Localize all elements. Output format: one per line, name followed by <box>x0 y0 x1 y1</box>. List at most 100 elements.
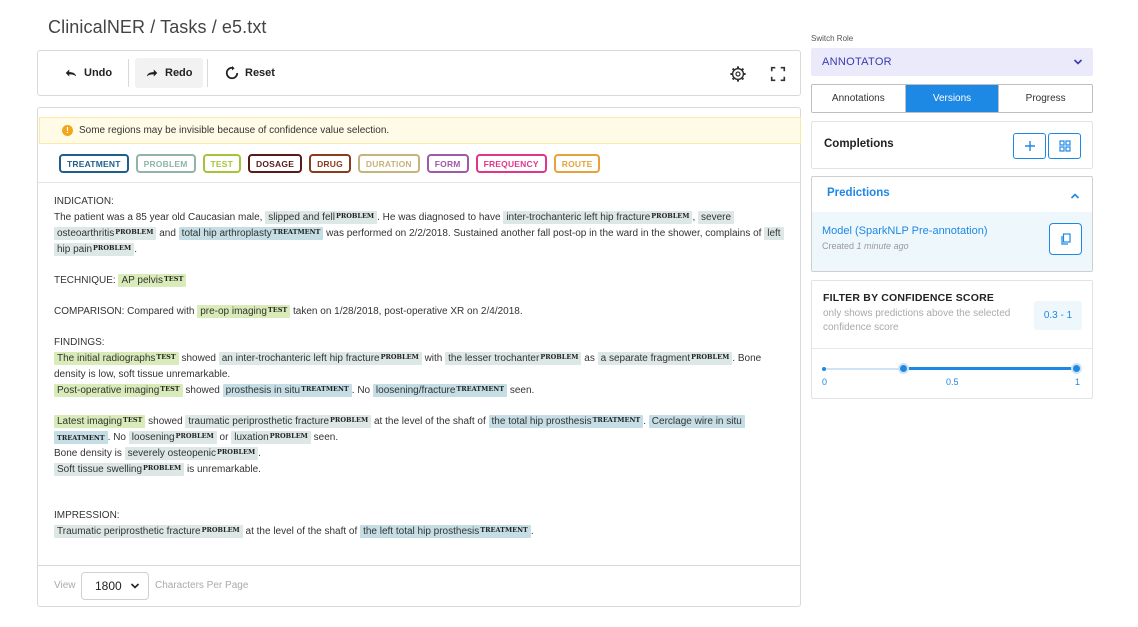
slider-handle-low[interactable] <box>898 363 909 374</box>
text-span: taken on 1/28/2018, post-operative XR on… <box>293 306 523 317</box>
entity-problem[interactable]: a separate fragmentPROBLEM <box>597 352 733 365</box>
entity-problem[interactable]: luxationPROBLEM <box>231 431 311 444</box>
entity-treatment[interactable]: loosening/fractureTREATMENT <box>372 384 508 397</box>
expand-icon[interactable] <box>769 65 787 83</box>
slider-handle-high[interactable] <box>1071 363 1082 374</box>
text-span: seen. <box>313 432 339 443</box>
undo-button[interactable]: Undo <box>54 58 122 88</box>
redo-button[interactable]: Redo <box>135 58 203 88</box>
layout-button[interactable] <box>1048 133 1081 159</box>
text-span: is unremarkable. <box>187 464 261 475</box>
role-value: ANNOTATOR <box>822 56 892 68</box>
label-duration[interactable]: DURATION <box>357 154 420 173</box>
entity-problem[interactable]: osteoarthritisPROBLEM <box>54 227 157 240</box>
model-created: Created 1 minute ago <box>822 241 909 251</box>
role-select[interactable]: ANNOTATOR <box>811 48 1093 76</box>
tab-progress[interactable]: Progress <box>999 85 1092 112</box>
entity-text: Post-operative imaging <box>57 385 160 396</box>
chevron-down-icon <box>1073 59 1083 65</box>
entity-text: Soft tissue swelling <box>57 464 143 475</box>
entity-problem[interactable]: the lesser trochanterPROBLEM <box>445 352 582 365</box>
section-heading: TECHNIQUE: <box>54 275 116 286</box>
tab-annotations[interactable]: Annotations <box>812 85 906 112</box>
chevron-up-icon[interactable] <box>1070 191 1080 201</box>
entity-tag: PROBLEM <box>115 228 154 236</box>
entity-text: severely osteopenic <box>127 448 216 459</box>
entity-problem[interactable]: severe <box>698 211 735 224</box>
characters-per-page-select[interactable]: 1800 <box>81 572 149 600</box>
slider-tick: 0 <box>822 377 828 387</box>
document-editor: ! Some regions may be invisible because … <box>37 107 801 607</box>
entity-tag: TREATMENT <box>272 228 321 236</box>
section-heading: FINDINGS: <box>54 337 105 348</box>
entity-test[interactable]: Post-operative imagingTEST <box>54 384 183 397</box>
chevron-down-icon <box>130 583 139 589</box>
entity-test[interactable]: pre-op imagingTEST <box>197 305 291 318</box>
entity-text: The initial radiographs <box>57 353 156 364</box>
reset-label: Reset <box>245 67 275 79</box>
entity-problem[interactable]: looseningPROBLEM <box>128 431 217 444</box>
entity-problem[interactable]: severely osteopenicPROBLEM <box>124 447 259 460</box>
entity-problem[interactable]: inter-trochanteric left hip fracturePROB… <box>503 211 693 224</box>
entity-text: Traumatic periprosthetic fracture <box>57 526 201 537</box>
entity-text: the left total hip prosthesis <box>363 526 480 537</box>
entity-test[interactable]: The initial radiographsTEST <box>54 352 179 365</box>
label-drug[interactable]: DRUG <box>309 154 351 173</box>
label-treatment[interactable]: TREATMENT <box>59 154 129 173</box>
entity-problem[interactable]: an inter-trochanteric left hip fractureP… <box>218 352 422 365</box>
entity-test[interactable]: AP pelvisTEST <box>118 274 187 287</box>
toolbar-divider <box>207 59 208 87</box>
predictions-title[interactable]: Predictions <box>827 187 890 199</box>
grid-icon <box>1058 140 1071 152</box>
entity-tag: TREATMENT <box>480 526 528 534</box>
entity-treatment[interactable]: the total hip prosthesisTREATMENT <box>488 415 644 428</box>
add-completion-button[interactable] <box>1013 133 1046 159</box>
entity-tag: TREATMENT <box>592 416 641 424</box>
text-span: The patient was a 85 year old Caucasian … <box>54 212 263 223</box>
entity-problem[interactable]: Soft tissue swellingPROBLEM <box>54 463 185 476</box>
entity-tag: PROBLEM <box>269 432 308 440</box>
label-frequency[interactable]: FREQUENCY <box>475 154 547 173</box>
entity-treatment[interactable]: TREATMENT <box>54 431 108 444</box>
sidebar-tabs: Annotations Versions Progress <box>811 84 1093 113</box>
entity-treatment[interactable]: total hip arthroplastyTREATMENT <box>178 227 324 240</box>
label-form[interactable]: FORM <box>426 154 469 173</box>
entity-text: the total hip prosthesis <box>491 416 592 427</box>
label-test[interactable]: TEST <box>202 154 242 173</box>
entity-tag: TEST <box>123 416 143 424</box>
entity-problem[interactable]: slipped and fellPROBLEM <box>265 211 378 224</box>
prediction-item[interactable]: Model (SparkNLP Pre-annotation) Created … <box>812 212 1092 271</box>
section-heading: INDICATION: <box>54 196 114 207</box>
entity-text: severe <box>701 212 732 223</box>
completions-title: Completions <box>824 138 894 150</box>
entity-problem[interactable]: hip painPROBLEM <box>54 243 135 256</box>
entity-treatment[interactable]: the left total hip prosthesisTREATMENT <box>360 525 531 538</box>
label-dosage[interactable]: DOSAGE <box>248 154 303 173</box>
text-span: , <box>692 212 696 223</box>
entity-treatment[interactable]: prosthesis in situTREATMENT <box>222 384 352 397</box>
text-span: . Bone <box>732 353 762 364</box>
entity-text: loosening <box>131 432 175 443</box>
entity-problem[interactable]: traumatic periprosthetic fracturePROBLEM <box>185 415 372 428</box>
entity-tag: TREATMENT <box>57 434 105 442</box>
entity-tag: TEST <box>160 385 180 393</box>
entity-test[interactable]: Latest imagingTEST <box>54 415 146 428</box>
select-value: 1800 <box>95 579 122 593</box>
copy-prediction-button[interactable] <box>1049 223 1082 255</box>
label-problem[interactable]: PROBLEM <box>135 154 196 173</box>
tab-versions[interactable]: Versions <box>905 85 1000 112</box>
completions-panel: Completions <box>811 121 1093 169</box>
entity-tag: PROBLEM <box>335 212 375 220</box>
entity-text: luxation <box>234 432 269 443</box>
entity-problem[interactable]: left <box>764 227 784 240</box>
entity-text: hip pain <box>57 244 93 255</box>
divider <box>38 565 800 566</box>
text-span: with <box>424 353 443 364</box>
gear-icon[interactable] <box>729 65 747 83</box>
label-route[interactable]: ROUTE <box>553 154 601 173</box>
entity-treatment[interactable]: Cerclage wire in situ <box>648 415 745 428</box>
entity-tag: PROBLEM <box>175 432 214 440</box>
entity-problem[interactable]: Traumatic periprosthetic fracturePROBLEM <box>54 525 243 538</box>
reset-button[interactable]: Reset <box>215 58 285 88</box>
text-span: . <box>258 448 261 459</box>
